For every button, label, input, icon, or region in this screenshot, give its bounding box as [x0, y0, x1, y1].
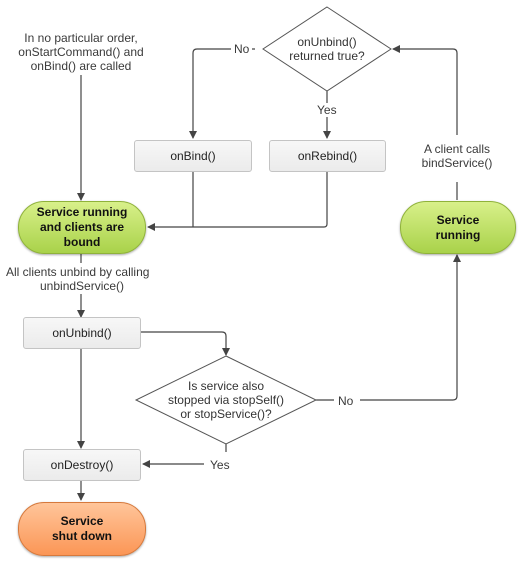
decision-text-line: onUnbind() [297, 35, 357, 49]
bind-note: A client calls bindService() [412, 142, 502, 170]
state-text-line: and clients are [39, 220, 125, 234]
edge-label-yes-bottom: Yes [208, 458, 232, 472]
start-note-line: onBind() are called [30, 59, 132, 73]
state-text-line: bound [63, 235, 101, 249]
state-text-line: running [435, 227, 481, 242]
decision-text-line: stopped via stopSelf() [167, 393, 285, 407]
bind-note-line: bindService() [421, 156, 493, 170]
decision-text-line: or stopService()? [180, 407, 272, 421]
state-running: Service running [400, 201, 516, 254]
state-text-line: Service [60, 514, 104, 528]
edge-label-yes-top: Yes [315, 103, 339, 117]
start-note-line: onStartCommand() and [18, 45, 144, 59]
edge-decision-no-to-onbind [189, 48, 255, 139]
start-note-line: In no particular order, [24, 31, 138, 45]
decision-text-line: Is service also [187, 379, 265, 393]
start-note: In no particular order, onStartCommand()… [13, 31, 149, 73]
edge-onunbind-to-decision [141, 331, 230, 356]
state-running-bound: Service running and clients are bound [18, 201, 146, 254]
onbind-box: onBind() [134, 140, 252, 172]
state-text-line: Service running [36, 205, 128, 219]
state-text-line: Service [436, 212, 480, 227]
ondestroy-box: onDestroy() [23, 449, 141, 481]
bind-note-line: A client calls [423, 142, 491, 156]
decision-text-line: returned true? [289, 49, 365, 63]
edge-label-no-bottom: No [336, 394, 356, 408]
state-text-line: shut down [52, 529, 112, 543]
decision-also-stopped-text: Is service also stopped via stopSelf() o… [161, 379, 291, 421]
edge-label-no-top: No [231, 42, 253, 56]
unbind-note-line: All clients unbind by calling [6, 265, 150, 279]
onunbind-box: onUnbind() [23, 317, 141, 349]
onrebind-box: onRebind() [269, 140, 386, 172]
unbind-note: All clients unbind by calling unbindServ… [6, 265, 156, 293]
decision-unbind-returned-text: onUnbind() returned true? [277, 35, 377, 63]
edge-onrebind-to-bound [147, 172, 328, 231]
unbind-note-line: unbindService() [40, 279, 125, 293]
state-shut-down: Service shut down [18, 502, 146, 556]
